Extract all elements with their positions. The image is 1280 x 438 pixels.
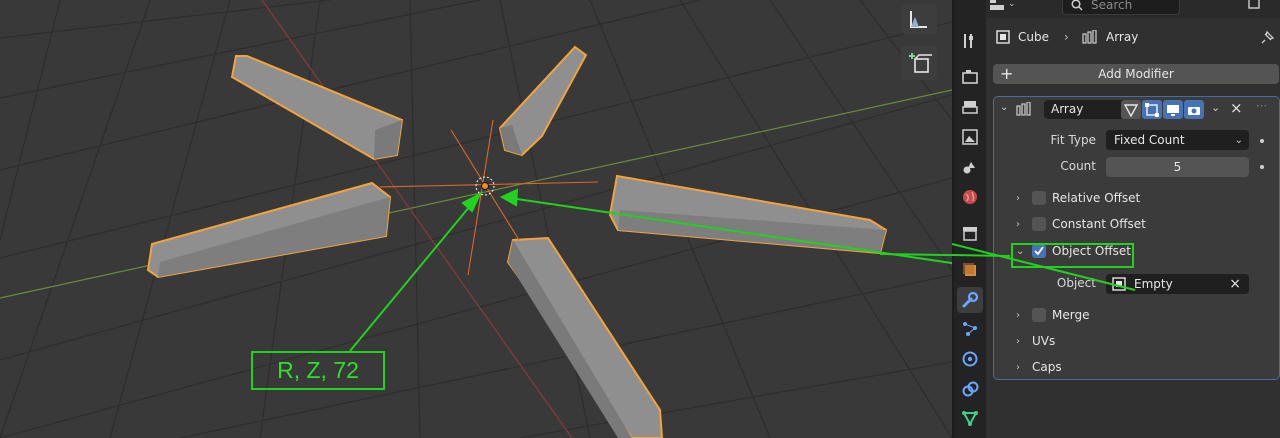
chevron-down-icon: ⌄ [1008,0,1016,9]
count-field[interactable]: 5 [1106,157,1249,177]
add-cube-tool-button[interactable] [901,46,937,80]
array-modifier-panel: ⌄ Array ⌄ × ⋯ Fit Type Fixed Count ⌄ Cou… [993,96,1280,380]
particles-icon [963,322,977,336]
uvs-subpanel[interactable]: › UVs [1016,331,1055,351]
edit-mode-icon [1145,102,1159,117]
drag-handle-icon[interactable]: ⋯ [1256,99,1267,112]
relative-offset-subpanel[interactable]: › Relative Offset [1016,188,1140,208]
breadcrumb-modifier: Array [1082,30,1138,44]
tab-constraints[interactable] [957,376,983,402]
clear-field-icon[interactable]: × [1229,276,1241,292]
remove-modifier-icon[interactable]: × [1230,99,1243,117]
object-square-icon [996,30,1010,44]
add-modifier-button[interactable]: + Add Modifier [993,64,1279,84]
array-beam [608,174,888,255]
fit-type-dropdown[interactable]: Fixed Count ⌄ [1106,130,1249,150]
render-toggle[interactable] [1184,100,1204,119]
scene-icon [963,162,975,174]
tab-physics[interactable] [957,346,983,372]
add-modifier-label: Add Modifier [1098,67,1174,81]
breadcrumb-object: Cube [996,30,1049,44]
modifier-menu-chevron-icon[interactable]: ⌄ [1211,101,1220,114]
chevron-down-icon: ⌄ [1234,134,1243,146]
annotation-arrow [952,243,1136,291]
view-layer-icon [962,129,978,145]
monitor-icon [1167,104,1179,116]
edit-mode-toggle[interactable] [1142,100,1162,119]
merge-subpanel[interactable]: › Merge [1016,305,1089,325]
options-icon [1248,0,1260,9]
ruler-tool-button[interactable] [901,4,937,34]
relative-offset-label: Relative Offset [1052,191,1141,205]
array-beam [506,236,664,438]
tab-world[interactable] [957,184,983,210]
chevron-right-icon: › [1016,192,1020,204]
constant-offset-label: Constant Offset [1052,217,1146,231]
editor-type-dropdown[interactable]: ⌄ [966,0,1016,14]
merge-label: Merge [1052,308,1090,322]
chevron-right-icon: › [1016,218,1020,230]
fit-type-label: Fit Type [1050,133,1096,147]
fit-type-value: Fixed Count [1114,133,1185,147]
physics-icon [962,351,978,367]
constraints-icon [962,381,979,397]
viewport-display-toggle[interactable] [1163,100,1183,119]
tab-view-layer[interactable] [957,124,983,150]
breadcrumb: Cube › Array [986,26,1280,48]
properties-editor: ⌄ Search Cube › Array + Add Modifier ⌄ A… [986,0,1280,438]
tab-data[interactable] [957,405,983,431]
add-cube-icon [909,53,932,73]
array-modifier-icon [1016,102,1031,116]
merge-checkbox[interactable] [1032,308,1046,322]
search-icon [1071,0,1083,11]
breadcrumb-object-label: Cube [1018,30,1049,44]
modifier-name-field[interactable]: Array [1044,100,1128,119]
ruler-icon [910,11,927,28]
tab-particles[interactable] [957,316,983,342]
constant-offset-checkbox[interactable] [1032,217,1046,231]
caps-subpanel[interactable]: › Caps [1016,357,1062,377]
chevron-right-icon: › [1016,335,1020,347]
array-beam [146,181,392,279]
tab-scene[interactable] [957,154,983,180]
viewport-scene [0,0,952,438]
breadcrumb-modifier-label: Array [1106,30,1139,44]
plus-icon: + [1000,64,1014,83]
array-modifier-icon [1082,30,1097,44]
modifier-header: ⌄ Array ⌄ × ⋯ [994,97,1279,121]
search-placeholder: Search [1091,0,1133,12]
tab-tool[interactable] [957,28,983,54]
keyframe-dot-icon[interactable] [1260,165,1264,169]
search-field[interactable]: Search [1062,0,1180,15]
count-label: Count [1060,159,1096,173]
annotation-label: R, Z, 72 [251,351,385,390]
breadcrumb-separator-icon: › [1064,30,1069,44]
editor-type-icon [990,0,1004,10]
keyframe-dot-icon[interactable] [1260,139,1264,143]
options-button[interactable] [1248,0,1260,13]
world-icon [963,190,977,204]
3d-viewport[interactable]: R, Z, 72 [0,0,952,438]
edit-mode-cage-toggle[interactable] [1121,100,1141,119]
caps-label: Caps [1032,360,1062,374]
chevron-right-icon: › [1016,361,1020,373]
pin-icon[interactable] [1261,30,1275,44]
data-icon [962,411,978,427]
vertex-triangle-icon [1124,103,1138,117]
collapse-chevron-icon[interactable]: ⌄ [1000,102,1008,113]
uvs-label: UVs [1032,334,1056,348]
camera-icon [1188,106,1200,115]
properties-tabs [954,0,986,438]
properties-header: ⌄ Search [986,0,1280,18]
relative-offset-checkbox[interactable] [1032,191,1046,205]
chevron-right-icon: › [1016,309,1020,321]
tab-output[interactable] [957,94,983,120]
constant-offset-subpanel[interactable]: › Constant Offset [1016,214,1146,234]
tool-icon [964,34,973,48]
tab-render[interactable] [957,64,983,90]
render-icon [962,70,978,84]
output-icon [962,101,978,114]
